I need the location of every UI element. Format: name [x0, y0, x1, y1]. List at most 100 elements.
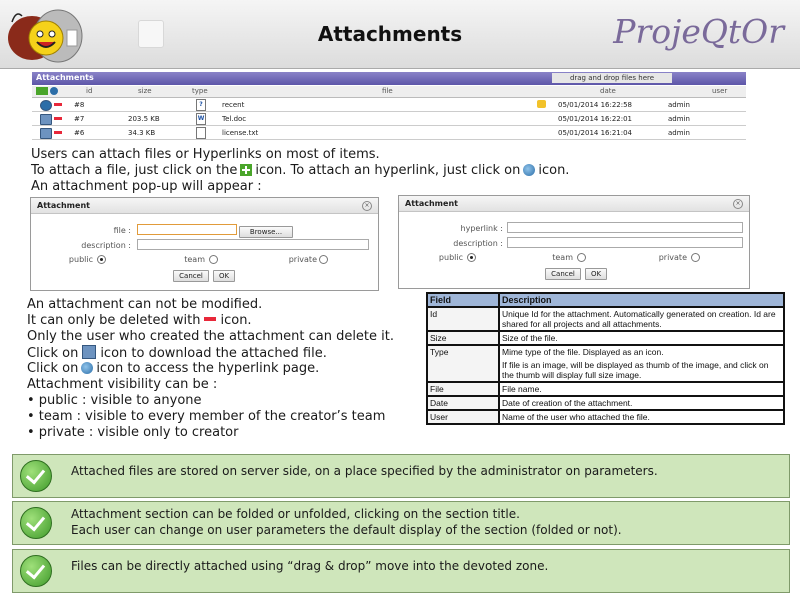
field-name: User [426, 409, 500, 425]
rule-text: Click on [27, 361, 79, 376]
globe-link-icon [523, 164, 536, 176]
cell-file[interactable]: license.txt [222, 129, 258, 137]
file-input[interactable] [137, 224, 237, 235]
attachments-panel: Attachments drag and drop files here id … [32, 72, 746, 142]
rule-line-8: • team : visible to every member of the … [27, 409, 386, 424]
public-radio[interactable] [467, 253, 476, 262]
field-note: If file is an image, will be displayed a… [502, 360, 769, 380]
field-name: Type [426, 344, 500, 383]
intro-text-a: To attach a file, just click on the [31, 163, 238, 178]
header-field: Field [426, 292, 500, 308]
ok-button[interactable]: OK [213, 270, 235, 282]
field-name: Id [426, 306, 500, 332]
globe-link-icon [81, 362, 94, 374]
intro-text-b: icon. To attach an hyperlink, just click… [255, 163, 521, 178]
download-icon[interactable] [40, 128, 52, 139]
field-name: Date [426, 395, 500, 411]
table-header-row: Field Description [426, 292, 785, 308]
table-row: Id Unique Id for the attachment. Automat… [426, 306, 785, 332]
download-icon [82, 345, 97, 359]
field-desc: Unique Id for the attachment. Automatica… [498, 306, 785, 332]
link-icon: ? [196, 99, 206, 111]
table-row: Date Date of creation of the attachment. [426, 395, 785, 411]
brand-logo-text: ProjeQtOr [613, 12, 784, 51]
table-row: #6 34.3 KB license.txt 05/01/2014 16:21:… [32, 126, 746, 140]
section-title[interactable]: Attachments [36, 73, 94, 82]
rule-line-3: Only the user who created the attachment… [27, 329, 394, 344]
description-label: description : [453, 239, 503, 248]
rule-line-5: Click on icon to access the hyperlink pag… [27, 361, 319, 376]
drag-drop-zone[interactable]: drag and drop files here [552, 73, 672, 83]
team-radio[interactable] [577, 253, 586, 262]
delete-icon[interactable] [54, 103, 62, 106]
table-row: User Name of the user who attached the f… [426, 409, 785, 425]
private-radio[interactable] [691, 253, 700, 262]
description-label: description : [81, 241, 131, 250]
globe-link-icon[interactable] [40, 100, 52, 111]
tip-text: Attached files are stored on server side… [71, 464, 658, 478]
tip-box-storage: Attached files are stored on server side… [12, 454, 790, 498]
rule-line-7: • public : visible to anyone [27, 393, 202, 408]
ok-button[interactable]: OK [585, 268, 607, 280]
field-name: Size [426, 330, 500, 346]
cell-file[interactable]: recent [222, 101, 244, 109]
page-title: Attachments [317, 22, 463, 46]
field-desc: Mime type of the file. Displayed as an i… [502, 347, 664, 357]
close-icon[interactable]: × [362, 201, 372, 211]
field-name: File [426, 381, 500, 397]
cell-id: #6 [74, 129, 85, 137]
cell-id: #7 [74, 115, 85, 123]
text-file-icon [196, 127, 206, 139]
check-icon [20, 460, 52, 492]
description-input[interactable] [137, 239, 369, 250]
add-link-icon[interactable] [50, 87, 58, 95]
browse-button[interactable]: Browse... [239, 226, 293, 238]
placeholder-box [138, 20, 164, 48]
col-id: id [86, 87, 93, 95]
col-date: date [600, 87, 616, 95]
rule-text: icon to download the attached file. [100, 346, 327, 361]
rule-text: icon to access the hyperlink page. [96, 361, 320, 376]
cell-size: 203.5 KB [128, 115, 160, 123]
col-size: size [138, 87, 152, 95]
cell-date: 05/01/2014 16:21:04 [558, 129, 633, 137]
cancel-button[interactable]: Cancel [545, 268, 581, 280]
cell-user: admin [668, 101, 690, 109]
field-description-table: Field Description Id Unique Id for the a… [426, 292, 785, 425]
field-desc: File name. [498, 381, 785, 397]
download-icon[interactable] [40, 114, 52, 125]
table-header: id size type file date user [32, 86, 746, 98]
tip-box-folding: Attachment section can be folded or unfo… [12, 501, 790, 545]
public-radio[interactable] [97, 255, 106, 264]
cell-user: admin [668, 115, 690, 123]
add-file-icon[interactable] [36, 87, 48, 95]
cancel-button[interactable]: Cancel [173, 270, 209, 282]
close-icon[interactable]: × [733, 199, 743, 209]
mascot-logo-icon [6, 4, 96, 66]
cell-id: #8 [74, 101, 85, 109]
rule-text: Click on [27, 346, 79, 361]
field-desc-cell: Mime type of the file. Displayed as an i… [498, 344, 785, 383]
table-row: Type Mime type of the file. Displayed as… [426, 344, 785, 383]
word-doc-icon: W [196, 113, 206, 125]
col-type: type [192, 87, 208, 95]
add-plus-icon [240, 164, 253, 176]
slide-header: Attachments ProjeQtOr [0, 0, 800, 69]
rule-line-4: Click on icon to download the attached fi… [27, 345, 327, 361]
check-icon [20, 507, 52, 539]
delete-icon[interactable] [54, 117, 62, 120]
check-icon [20, 555, 52, 587]
table-row: File File name. [426, 381, 785, 397]
field-desc: Size of the file. [498, 330, 785, 346]
private-radio[interactable] [319, 255, 328, 264]
cell-file[interactable]: Tel.doc [222, 115, 246, 123]
field-desc: Date of creation of the attachment. [498, 395, 785, 411]
description-input[interactable] [507, 237, 743, 248]
delete-icon[interactable] [54, 131, 62, 134]
public-label: public [438, 253, 463, 262]
intro-line-3: An attachment pop-up will appear : [31, 179, 262, 194]
hyperlink-input[interactable] [507, 222, 743, 233]
lock-icon [537, 100, 546, 108]
team-radio[interactable] [209, 255, 218, 264]
attachments-section-header[interactable]: Attachments drag and drop files here [32, 72, 746, 85]
